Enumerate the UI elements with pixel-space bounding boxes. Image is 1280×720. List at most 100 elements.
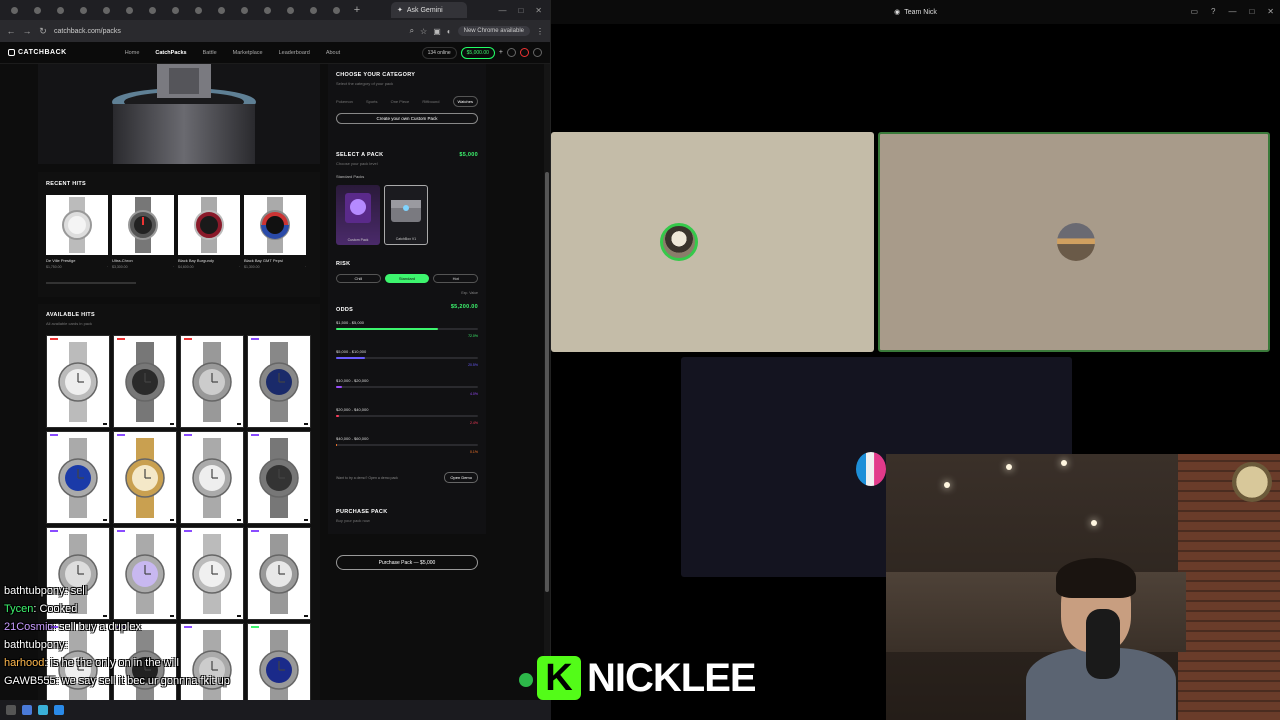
minimize-icon[interactable]: — [498, 6, 506, 15]
balance-badge[interactable]: $5,000.00 [460, 46, 495, 59]
demo-text: Want to try a demo? Open a demo pack [336, 475, 398, 480]
category-tab-watches[interactable]: Watches [452, 96, 478, 107]
browser-tab[interactable] [27, 3, 48, 17]
bookmark-star-icon[interactable]: ☆ [420, 27, 427, 36]
search-icon[interactable]: ⌕ [410, 26, 414, 36]
risk-standard-button[interactable]: Standard [384, 274, 430, 283]
chat-username[interactable]: Tycen [4, 603, 33, 615]
forward-icon[interactable]: → [22, 26, 32, 36]
recent-hit-name: Black Bay Burgundy [178, 258, 215, 263]
taskbar-app-icon[interactable] [6, 705, 16, 715]
maximize-icon[interactable]: □ [1249, 7, 1254, 16]
site-logo[interactable]: CATCHBACK [8, 49, 67, 56]
nav-home[interactable]: Home [125, 50, 140, 56]
create-custom-pack-button[interactable]: Create your own Custom Pack [336, 113, 478, 124]
risk-chill-button[interactable]: Chill [336, 274, 381, 283]
recent-hit-card[interactable]: De Ville Prestige $1,750.00 · [46, 195, 108, 269]
close-icon[interactable]: ✕ [535, 6, 542, 15]
category-tab-pokemon[interactable]: Pokemon [336, 99, 353, 104]
nav-about[interactable]: About [326, 50, 340, 56]
available-hit-card[interactable] [180, 431, 244, 524]
chrome-update-button[interactable]: New Chrome available [457, 26, 530, 36]
browser-tab[interactable] [280, 3, 301, 17]
browser-tab[interactable] [50, 3, 71, 17]
chat-username[interactable]: bathtubpony [4, 639, 65, 651]
open-demo-button[interactable]: Open Demo [444, 472, 478, 483]
page-scrollbar[interactable] [544, 64, 550, 700]
extension-icon[interactable]: ◐ [447, 27, 452, 36]
taskbar-app-icon[interactable] [38, 705, 48, 715]
purchase-pack-button[interactable]: Purchase Pack — $5,000 [336, 555, 478, 570]
category-tab-riftbound[interactable]: Riftbound [422, 99, 439, 104]
help-icon[interactable]: ? [1211, 7, 1215, 16]
nav-catchpacks[interactable]: CatchPacks [155, 50, 186, 56]
available-hit-card[interactable] [247, 335, 311, 428]
browser-tab[interactable] [96, 3, 117, 17]
menu-dots-icon[interactable]: ⋮ [536, 27, 544, 36]
available-hit-card[interactable] [46, 335, 110, 428]
available-hit-card[interactable] [113, 431, 177, 524]
recent-hit-card[interactable]: Ultra-Chron $3,300.00 · [112, 195, 174, 269]
taskbar-app-icon[interactable] [22, 705, 32, 715]
reload-icon[interactable]: ↻ [38, 26, 48, 37]
browser-tab[interactable] [303, 3, 324, 17]
header-actions: 134 online $5,000.00 + [421, 46, 542, 59]
rarity-tag [184, 338, 192, 340]
recent-hits-scroll-indicator[interactable] [46, 282, 136, 284]
maximize-icon[interactable]: □ [518, 6, 523, 15]
chat-username[interactable]: GAWB555 [4, 675, 56, 687]
browser-tab[interactable] [142, 3, 163, 17]
browser-tab-active[interactable]: ✦ Ask Gemini [391, 2, 467, 18]
odds-row: $40,000 - $60,000 0.1% [336, 436, 478, 458]
profile-avatar-icon[interactable] [533, 48, 542, 57]
category-tab-sports[interactable]: Sports [366, 99, 378, 104]
recent-hit-name: De Ville Prestige [46, 258, 76, 263]
ceiling-light [944, 482, 950, 488]
browser-tab[interactable] [119, 3, 140, 17]
scrollbar-thumb[interactable] [545, 172, 549, 592]
browser-tab[interactable] [188, 3, 209, 17]
chat-username[interactable]: bathtubpony [4, 585, 65, 597]
recent-hit-card[interactable]: Black Bay GMT Pepsi $1,300.00 · [244, 195, 306, 269]
available-hit-card[interactable] [113, 335, 177, 428]
close-icon[interactable]: ✕ [1267, 7, 1274, 16]
browser-tab[interactable] [165, 3, 186, 17]
available-hit-card[interactable] [247, 431, 311, 524]
browser-tab[interactable] [211, 3, 232, 17]
browser-tab[interactable] [326, 3, 347, 17]
extension-icon[interactable]: ▣ [433, 27, 441, 36]
standard-packs-label: Standard Packs [336, 174, 365, 179]
pack-option-custom[interactable]: Custom Pack [336, 185, 380, 245]
participant-tile-speaking[interactable] [878, 132, 1270, 352]
available-hit-card[interactable] [180, 335, 244, 428]
nav-battle[interactable]: Battle [203, 50, 217, 56]
browser-tab[interactable] [257, 3, 278, 17]
taskbar-app-icon[interactable] [54, 705, 64, 715]
nav-leaderboard[interactable]: Leaderboard [279, 50, 310, 56]
logo-mark-icon [8, 49, 15, 56]
chat-username[interactable]: harhood [4, 657, 44, 669]
picture-in-picture-icon[interactable]: ▭ [1190, 7, 1198, 16]
cart-icon[interactable] [507, 48, 516, 57]
browser-tab[interactable] [234, 3, 255, 17]
browser-tab[interactable] [73, 3, 94, 17]
available-hit-card[interactable] [46, 431, 110, 524]
participant-tile[interactable] [551, 132, 874, 352]
pack-option-catchbox-v1[interactable]: CatchBox V1 [384, 185, 428, 245]
chat-username[interactable]: 21Cosmic [4, 621, 53, 633]
recent-hit-card[interactable]: Black Bay Burgundy $4,600.00 · [178, 195, 240, 269]
risk-hot-button[interactable]: Hot [433, 274, 479, 283]
url-field[interactable]: catchback.com/packs [54, 28, 404, 35]
odds-row: $20,000 - $40,000 2.4% [336, 407, 478, 429]
back-icon[interactable]: ← [6, 26, 16, 36]
minimize-icon[interactable]: — [1228, 7, 1236, 16]
streamer-webcam [886, 454, 1280, 720]
add-funds-icon[interactable]: + [499, 49, 503, 56]
browser-tab[interactable] [4, 3, 25, 17]
category-tab-one-piece[interactable]: One Piece [391, 99, 410, 104]
new-tab-button[interactable]: + [349, 4, 365, 16]
meeting-title-bar: ◉ Team Nick [551, 0, 1280, 24]
notification-icon[interactable] [520, 48, 529, 57]
nav-marketplace[interactable]: Marketplace [233, 50, 263, 56]
odds-bar [336, 357, 478, 359]
